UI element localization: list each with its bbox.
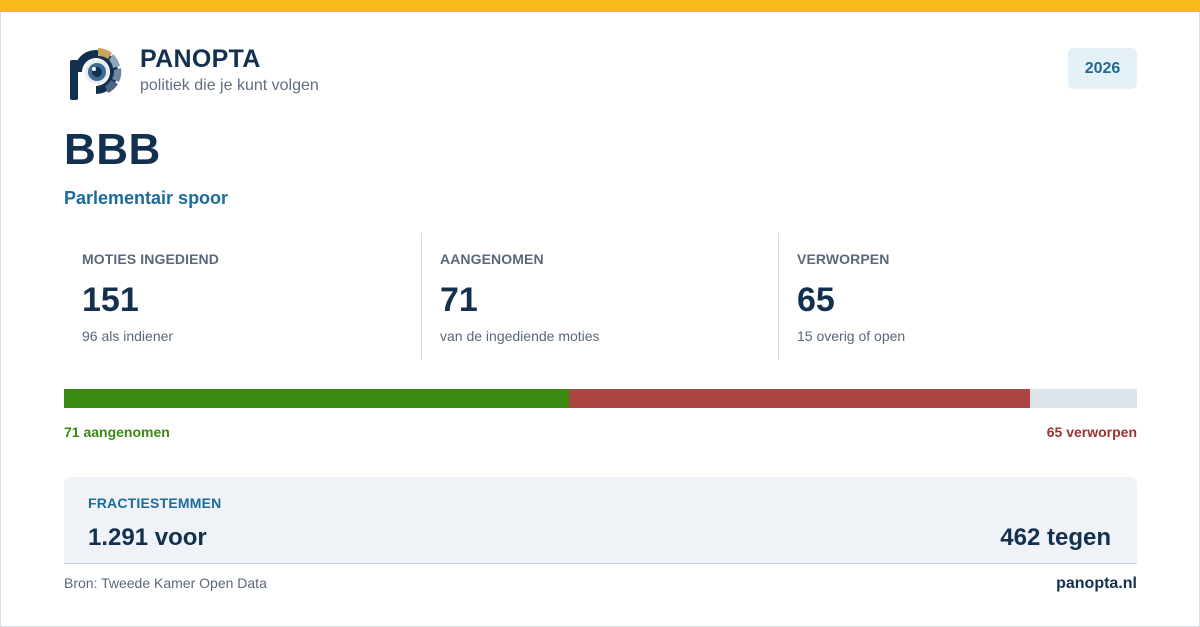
votes-for: 1.291 voor bbox=[88, 524, 207, 551]
stat-label: VERWORPEN bbox=[797, 251, 890, 267]
stat-subtext: 96 als indiener bbox=[82, 328, 174, 344]
stat-value: 65 bbox=[797, 281, 835, 319]
votes-label: FRACTIESTEMMEN bbox=[88, 495, 222, 511]
stat-submitted: MOTIES INGEDIEND 151 96 als indiener bbox=[64, 233, 421, 360]
stat-adopted: AANGENOMEN 71 van de ingediende moties bbox=[421, 233, 778, 360]
stats-row: MOTIES INGEDIEND 151 96 als indiener AAN… bbox=[64, 233, 1137, 360]
party-subtitle: Parlementair spoor bbox=[64, 188, 229, 208]
stat-label: MOTIES INGEDIEND bbox=[82, 251, 219, 267]
brand-tagline: politiek die je kunt volgen bbox=[140, 77, 319, 94]
stat-value: 71 bbox=[440, 281, 478, 319]
party-name: BBB bbox=[64, 125, 161, 174]
outcome-progress-bar bbox=[64, 389, 1137, 408]
faction-votes-panel: FRACTIESTEMMEN 1.291 voor 462 tegen bbox=[64, 477, 1137, 564]
bar-segment-verworpen bbox=[568, 389, 1031, 408]
brand-block: PANOPTA politiek die je kunt volgen bbox=[140, 44, 319, 97]
stat-rejected: VERWORPEN 65 15 overig of open bbox=[778, 233, 1135, 360]
votes-against: 462 tegen bbox=[1000, 524, 1111, 551]
site-link[interactable]: panopta.nl bbox=[1056, 574, 1137, 594]
year-badge: 2026 bbox=[1068, 48, 1137, 89]
stat-label: AANGENOMEN bbox=[440, 251, 544, 267]
adopted-legend: 71 aangenomen bbox=[64, 424, 170, 440]
rejected-legend: 65 verworpen bbox=[1046, 424, 1137, 440]
stat-value: 151 bbox=[82, 281, 139, 319]
header: PANOPTA politiek die je kunt volgen 2026 bbox=[64, 42, 1137, 104]
top-accent-stripe bbox=[0, 0, 1200, 12]
brand-name: PANOPTA bbox=[140, 45, 261, 73]
stat-subtext: van de ingediende moties bbox=[440, 328, 600, 344]
bar-segment-aangenomen bbox=[64, 389, 569, 408]
bar-segment-overig bbox=[1030, 389, 1137, 408]
eye-p-logo-icon bbox=[70, 48, 122, 100]
stat-subtext: 15 overig of open bbox=[797, 328, 906, 344]
source-note: Bron: Tweede Kamer Open Data bbox=[64, 575, 267, 591]
